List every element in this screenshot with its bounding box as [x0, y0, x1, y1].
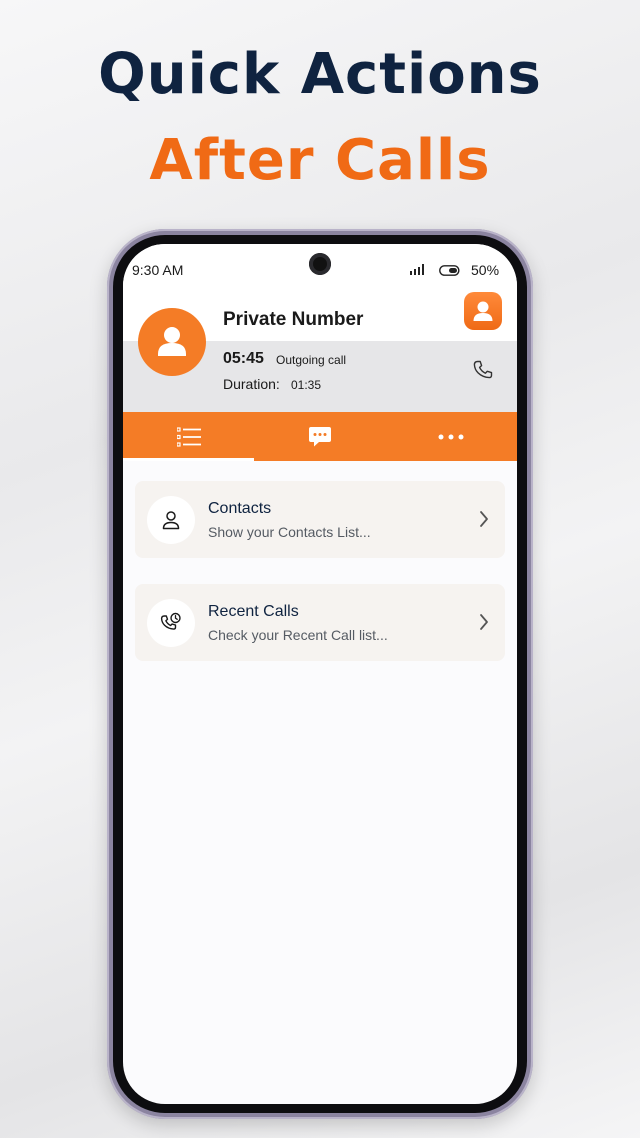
front-camera — [309, 253, 331, 275]
tab-message[interactable] — [254, 412, 385, 461]
call-back-icon[interactable] — [471, 358, 495, 382]
battery-percent: 50% — [471, 262, 500, 278]
status-time: 9:30 AM — [132, 262, 184, 278]
call-type: Outgoing call — [276, 353, 347, 367]
more-icon — [438, 434, 464, 439]
contacts-title: Contacts — [208, 500, 272, 517]
chevron-right-icon — [480, 614, 488, 630]
tab-selected-indicator — [123, 458, 254, 461]
headline-subtitle: After Calls — [149, 128, 491, 193]
app-logo-icon[interactable] — [464, 292, 502, 330]
tab-more[interactable] — [385, 412, 517, 461]
caller-name: Private Number — [223, 309, 364, 330]
duration-value: 01:35 — [291, 378, 322, 392]
recent-calls-subtitle: Check your Recent Call list... — [208, 627, 388, 643]
person-icon — [162, 511, 180, 530]
status-bar: 9:30 AM 50% — [123, 244, 517, 294]
battery-icon — [439, 265, 460, 276]
contacts-card[interactable]: Contacts Show your Contacts List... — [135, 481, 505, 558]
message-icon — [308, 426, 331, 446]
signal-icon — [410, 264, 424, 275]
recent-calls-title: Recent Calls — [208, 603, 299, 620]
call-history-icon — [160, 612, 181, 630]
phone-screen: 9:30 AM 50% Private Number 05:45 Outgoin… — [123, 244, 517, 1104]
chevron-right-icon — [480, 511, 488, 527]
card-icon-circle — [147, 599, 195, 647]
list-icon — [176, 426, 201, 447]
action-tab-bar — [123, 412, 517, 461]
card-icon-circle — [147, 496, 195, 544]
contacts-subtitle: Show your Contacts List... — [208, 524, 371, 540]
recent-calls-card[interactable]: Recent Calls Check your Recent Call list… — [135, 584, 505, 661]
caller-avatar — [138, 308, 206, 376]
call-time: 05:45 — [223, 350, 264, 367]
headline-title: Quick Actions — [98, 42, 542, 107]
duration-label: Duration: — [223, 376, 280, 392]
avatar-person-icon — [158, 327, 186, 356]
tab-list[interactable] — [123, 412, 254, 461]
phone-frame: 9:30 AM 50% Private Number 05:45 Outgoin… — [107, 229, 533, 1119]
